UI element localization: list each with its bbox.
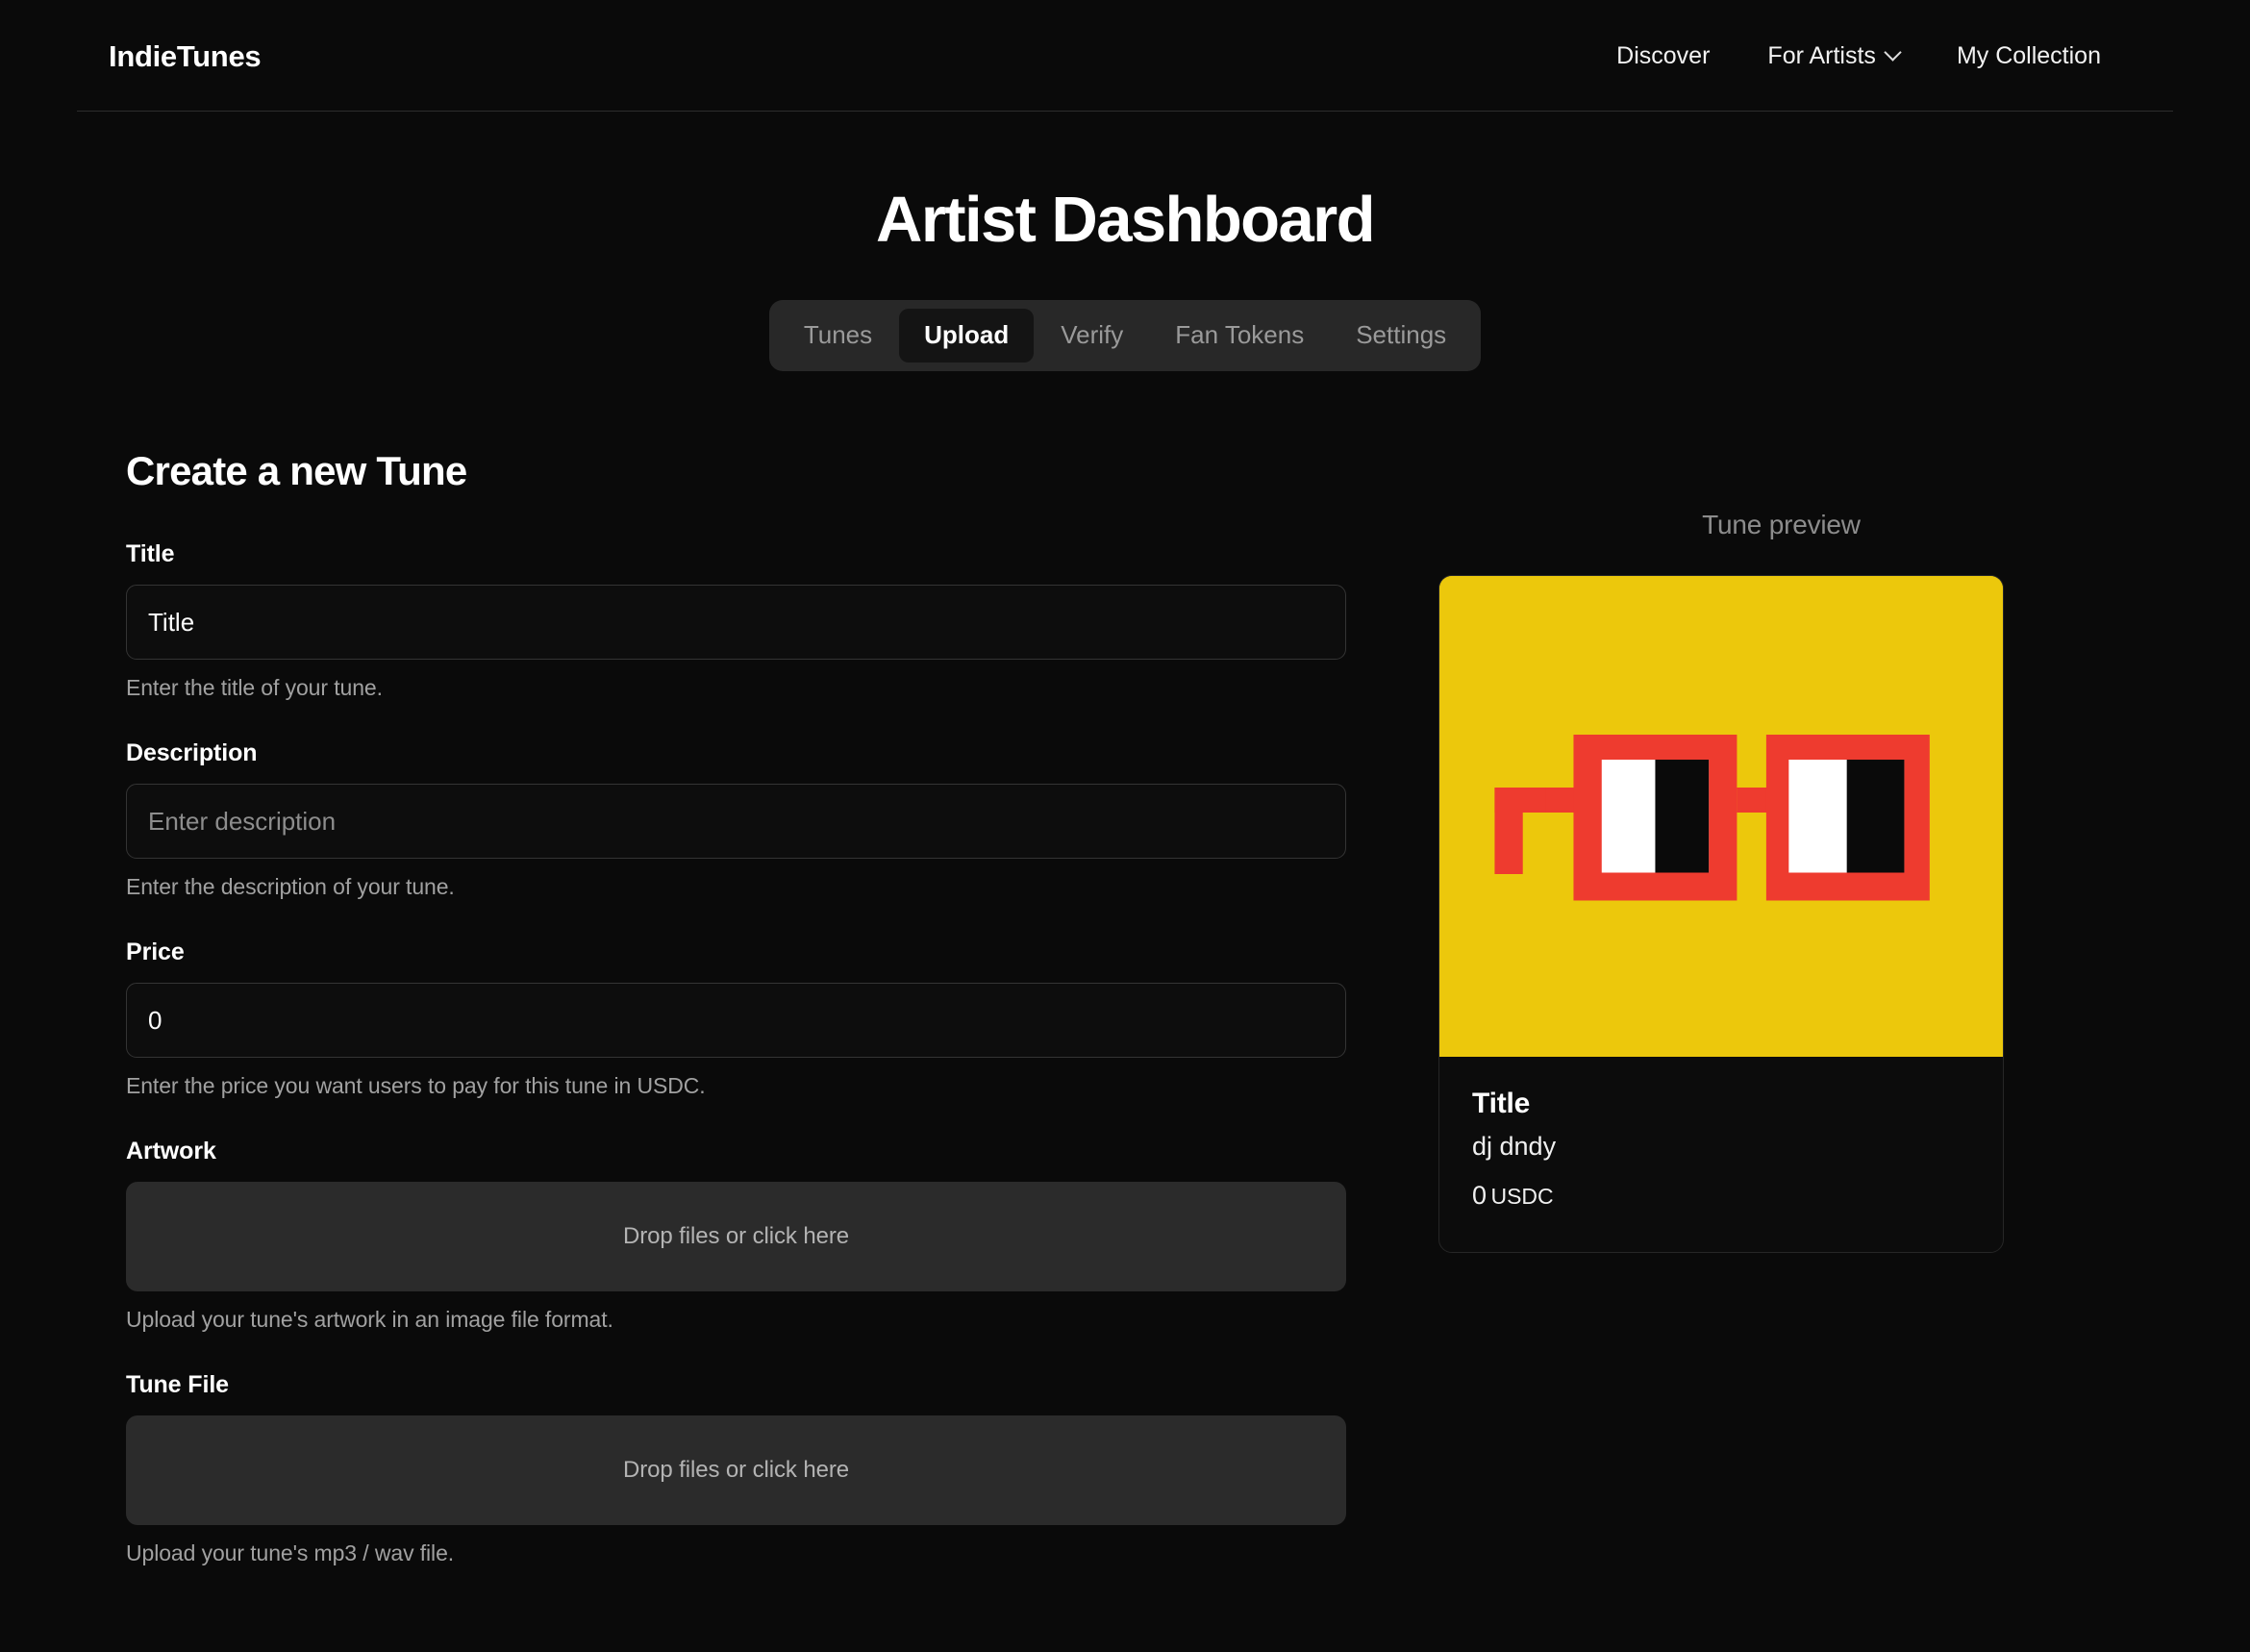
field-price-label: Price <box>126 939 185 966</box>
tune-card-price-amount: 0 <box>1472 1181 1488 1211</box>
artwork-dropzone[interactable]: Drop files or click here <box>126 1182 1346 1292</box>
nav-link-discover[interactable]: Discover <box>1588 33 1738 80</box>
tune-card-price-currency: USDC <box>1490 1184 1554 1210</box>
artwork-dropzone-text: Drop files or click here <box>622 1223 849 1250</box>
field-price-help: Enter the price you want users to pay fo… <box>126 1073 706 1099</box>
main-area: Create a new Tune Title Enter the title … <box>0 448 2250 1605</box>
tab-fan-tokens[interactable]: Fan Tokens <box>1150 309 1329 363</box>
tab-settings[interactable]: Settings <box>1331 309 1471 363</box>
tune-file-dropzone[interactable]: Drop files or click here <box>126 1415 1346 1526</box>
tab-upload[interactable]: Upload <box>899 309 1035 363</box>
tune-card-title: Title <box>1472 1088 1531 1120</box>
tab-bar: Tunes Upload Verify Fan Tokens Settings <box>768 300 1482 372</box>
page-title: Artist Dashboard <box>876 184 1376 256</box>
title-input[interactable] <box>126 585 1346 661</box>
nav-link-label: Discover <box>1616 41 1711 69</box>
field-description: Description Enter the description of you… <box>126 739 1346 900</box>
field-title: Title Enter the title of your tune. <box>126 540 1346 701</box>
price-input[interactable] <box>126 983 1346 1059</box>
field-price: Price Enter the price you want users to … <box>126 939 1346 1099</box>
tabs-container: Tunes Upload Verify Fan Tokens Settings <box>0 300 2250 372</box>
form-heading: Create a new Tune <box>126 448 467 494</box>
nav-link-my-collection[interactable]: My Collection <box>1928 33 2130 80</box>
page-content: Artist Dashboard Tunes Upload Verify Fan… <box>0 112 2250 1605</box>
site-header: IndieTunes Discover For Artists My Colle… <box>0 0 2250 112</box>
tune-card-body: Title dj dndy 0 USDC <box>1439 1057 2003 1252</box>
upload-form: Create a new Tune Title Enter the title … <box>126 448 1346 1605</box>
field-title-help: Enter the title of your tune. <box>126 675 383 701</box>
pixel-sunglasses-artwork <box>1439 576 2003 1058</box>
nav-link-label: For Artists <box>1767 41 1876 69</box>
field-tune-file-help: Upload your tune's mp3 / wav file. <box>126 1540 455 1566</box>
tab-tunes[interactable]: Tunes <box>779 309 897 363</box>
chevron-down-icon <box>1884 42 1902 62</box>
field-artwork-label: Artwork <box>126 1138 216 1165</box>
field-tune-file-label: Tune File <box>126 1371 229 1399</box>
tune-file-dropzone-text: Drop files or click here <box>622 1457 849 1484</box>
tab-verify[interactable]: Verify <box>1036 309 1148 363</box>
field-tune-file: Tune File Drop files or click here Uploa… <box>126 1371 1346 1566</box>
tune-preview-card[interactable]: Title dj dndy 0 USDC <box>1438 575 2004 1253</box>
tune-preview-panel: Tune preview Title dj dndy 0 USDC <box>1438 448 2124 1605</box>
nav-link-for-artists[interactable]: For Artists <box>1738 33 1928 80</box>
nav-link-label: My Collection <box>1956 41 2101 69</box>
tune-card-artist: dj dndy <box>1472 1131 1557 1161</box>
brand-logo[interactable]: IndieTunes <box>109 41 262 71</box>
field-artwork-help: Upload your tune's artwork in an image f… <box>126 1307 613 1333</box>
tune-card-price: 0 USDC <box>1472 1180 1970 1211</box>
field-description-help: Enter the description of your tune. <box>126 874 455 900</box>
tune-preview-heading: Tune preview <box>1702 510 1861 540</box>
field-title-label: Title <box>126 540 175 568</box>
field-description-label: Description <box>126 739 258 767</box>
main-nav: Discover For Artists My Collection <box>1588 33 2130 80</box>
field-artwork: Artwork Drop files or click here Upload … <box>126 1138 1346 1333</box>
description-input[interactable] <box>126 784 1346 860</box>
